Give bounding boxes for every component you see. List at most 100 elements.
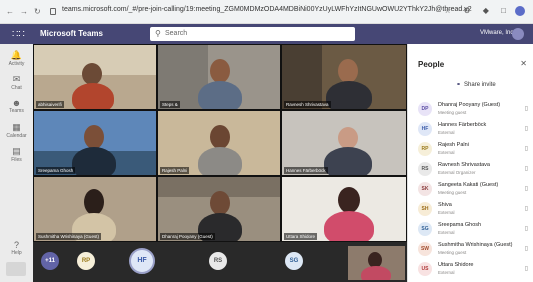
participant-strip: +11 RP HF RS SG: [33, 242, 407, 282]
video-tile[interactable]: Steps &: [157, 44, 281, 110]
share-icon: ⚭: [456, 82, 462, 88]
help-icon: ?: [13, 240, 19, 250]
participant-status: External: [438, 130, 455, 135]
participant-name: Shiva: [438, 202, 452, 208]
panel-title: People: [418, 60, 445, 69]
teams-icon: ☻: [11, 98, 22, 108]
mic-muted-icon: ▯: [524, 186, 528, 192]
avatar: SK: [418, 182, 432, 196]
download-app-button[interactable]: [6, 262, 26, 276]
participant-row[interactable]: SH Shiva External ▯: [414, 199, 530, 219]
user-avatar[interactable]: [512, 28, 524, 40]
self-view-video[interactable]: [348, 246, 405, 280]
browser-toolbar: ←→↻ teams.microsoft.com/_#/pre-join-call…: [0, 0, 533, 24]
participant-name: Dhanraj Pooyany (Guest): [438, 102, 501, 108]
participant-name: Sreepama Ghosh: [36, 167, 76, 174]
rail-calendar[interactable]: ▦ Calendar: [0, 122, 33, 139]
avatar: RP: [418, 142, 432, 156]
participant-name: Rajesh Palni: [160, 167, 190, 174]
avatar[interactable]: RP: [77, 252, 95, 270]
participant-name: Steps &: [160, 101, 180, 108]
browser-extension-icons[interactable]: ☆ ⚙ ◆ □: [444, 6, 511, 15]
people-panel: People ✕ ⚭ Share invite DP Dhanraj Pooyany…: [407, 44, 533, 282]
participant-status: Meeting guest: [438, 110, 467, 115]
participant-row[interactable]: SG Sreepama Ghosh External ▯: [414, 219, 530, 239]
participant-status: External: [438, 270, 455, 275]
video-tile[interactable]: Hannes Färberböck: [281, 110, 407, 176]
rail-label: Teams: [9, 108, 24, 114]
rail-label: Chat: [11, 85, 22, 91]
avatar: RS: [418, 162, 432, 176]
mic-muted-icon: ▯: [524, 246, 528, 252]
chat-icon: ✉: [12, 74, 21, 84]
lock-icon: [50, 8, 56, 15]
meeting-stage: abhisaiverifi Steps & Ravnesh Shrivastav…: [33, 44, 407, 282]
share-invite-label: Share invite: [464, 82, 496, 88]
participant-name: Sreepama Ghosh: [438, 222, 482, 228]
teams-header: ∷∷ Microsoft Teams ⚲ Search VMware, Inc.: [0, 24, 533, 44]
participant-name: abhisaiverifi: [36, 101, 64, 108]
close-icon[interactable]: ✕: [520, 59, 527, 68]
video-tile[interactable]: Ravnesh Shrivastava: [281, 44, 407, 110]
video-tile[interactable]: Dhanraj Pooyany (Guest): [157, 176, 281, 242]
mic-muted-icon: ▯: [524, 126, 528, 132]
video-tile[interactable]: abhisaiverifi: [33, 44, 157, 110]
avatar[interactable]: SG: [285, 252, 303, 270]
video-tile[interactable]: Rajesh Palni: [157, 110, 281, 176]
participant-name: Ravnesh Shrivastava: [438, 162, 490, 168]
avatar[interactable]: HF: [129, 248, 155, 274]
participant-name: Ravnesh Shrivastava: [284, 101, 331, 108]
participant-status: External: [438, 150, 455, 155]
calendar-icon: ▦: [12, 122, 21, 132]
participant-row[interactable]: US Uttara Shidore External ▯: [414, 259, 530, 279]
app-launcher-icon[interactable]: ∷∷: [12, 29, 25, 40]
participant-row[interactable]: RP Rajesh Palni External ▯: [414, 139, 530, 159]
participant-name: Uttara Shidore: [438, 262, 474, 268]
video-tile[interactable]: Uttara Shidore: [281, 176, 407, 242]
participant-name: Uttara Shidore: [284, 233, 318, 240]
participant-row[interactable]: HF Hannes Färberböck External ▯: [414, 119, 530, 139]
org-name[interactable]: VMware, Inc.: [480, 30, 515, 36]
participant-status: External: [438, 210, 455, 215]
avatar: SG: [418, 222, 432, 236]
avatar: SH: [418, 202, 432, 216]
participant-name: Sushmitha Wrishinaya (Guest): [438, 242, 513, 248]
app-rail: 🔔 Activity ✉ Chat ☻ Teams ▦ Calendar ▤ Files …: [0, 44, 33, 282]
avatar: DP: [418, 102, 432, 116]
participant-name: Hannes Färberböck: [438, 122, 487, 128]
rail-teams[interactable]: ☻ Teams: [0, 98, 33, 114]
avatar: SW: [418, 242, 432, 256]
participant-row[interactable]: SW Sushmitha Wrishinaya (Guest) Meeting gu…: [414, 239, 530, 259]
participant-status: External Organizer: [438, 170, 476, 175]
rail-chat[interactable]: ✉ Chat: [0, 74, 33, 91]
activity-icon: 🔔: [10, 50, 23, 60]
rail-activity[interactable]: 🔔 Activity: [0, 50, 33, 67]
video-tile[interactable]: Sushmitha Wrishinaya (Guest): [33, 176, 157, 242]
participant-name: Rajesh Palni: [438, 142, 469, 148]
participant-status: Meeting guest: [438, 250, 467, 255]
participant-name: Sushmitha Wrishinaya (Guest): [36, 233, 101, 240]
address-bar[interactable]: teams.microsoft.com/_#/pre-join-calling/…: [62, 6, 472, 13]
participant-row[interactable]: DP Dhanraj Pooyany (Guest) Meeting guest ▯: [414, 99, 530, 119]
search-input[interactable]: ⚲ Search: [150, 27, 355, 41]
rail-help[interactable]: ? Help: [0, 240, 33, 256]
app-title: Microsoft Teams: [40, 29, 103, 38]
participant-row[interactable]: SK Sangeeta Kakati (Guest) Meeting guest ▯: [414, 179, 530, 199]
more-participants-button[interactable]: +11: [41, 252, 59, 270]
rail-label: Files: [11, 157, 22, 163]
browser-profile-icon[interactable]: [515, 6, 525, 16]
participant-row[interactable]: RS Ravnesh Shrivastava External Organizer ▯: [414, 159, 530, 179]
participant-name: Hannes Färberböck: [284, 167, 328, 174]
avatar: US: [418, 262, 432, 276]
mic-muted-icon: ▯: [524, 106, 528, 112]
mic-muted-icon: ▯: [524, 266, 528, 272]
files-icon: ▤: [12, 146, 21, 156]
rail-label: Calendar: [6, 133, 27, 139]
video-tile[interactable]: Sreepama Ghosh: [33, 110, 157, 176]
avatar[interactable]: RS: [209, 252, 227, 270]
participant-status: External: [438, 230, 455, 235]
share-invite-button[interactable]: ⚭ Share invite: [456, 81, 496, 88]
browser-nav-icons[interactable]: ←→↻: [6, 7, 47, 16]
rail-files[interactable]: ▤ Files: [0, 146, 33, 163]
participant-name: Dhanraj Pooyany (Guest): [160, 233, 215, 240]
